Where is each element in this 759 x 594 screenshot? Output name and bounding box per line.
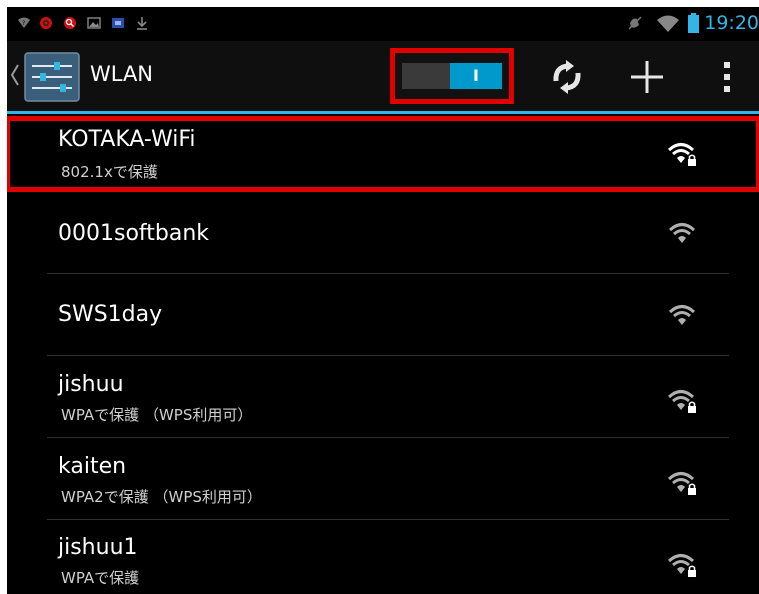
network-ssid: kaiten (58, 454, 127, 479)
scan-refresh-icon[interactable] (547, 57, 587, 97)
battery-icon (688, 13, 699, 33)
keyboard-icon (112, 18, 124, 28)
wifi-locked-icon (667, 143, 696, 166)
action-bar-divider (7, 111, 759, 114)
page-title: WLAN (90, 62, 154, 86)
clock: 19:20 (704, 12, 759, 34)
mute-icon (628, 16, 642, 30)
network-row-kotaka-wifi[interactable]: KOTAKA-WiFi 802.1xで保護 (7, 118, 759, 190)
network-ssid: jishuu (58, 372, 124, 397)
add-network-icon[interactable] (627, 57, 667, 97)
search-notification-icon (64, 17, 76, 29)
download-icon (137, 17, 147, 30)
svg-text:?: ? (22, 20, 25, 27)
network-summary: WPAで保護 (61, 569, 140, 587)
notification-red-icon (40, 17, 52, 29)
network-row-kaiten[interactable]: kaiten WPA2で保護 （WPS利用可） (7, 438, 759, 519)
network-ssid: KOTAKA-WiFi (58, 127, 196, 152)
wifi-locked-icon (667, 390, 696, 413)
status-bar: ? 19:20 (7, 7, 759, 41)
up-navigation-icon[interactable] (10, 63, 20, 87)
image-icon (87, 17, 101, 29)
wifi-locked-icon (667, 554, 696, 577)
android-screen: ? 19:20 WLAN I KOTAKA-WiFi 802.1xで保護 000… (7, 7, 759, 594)
network-summary: 802.1xで保護 (61, 163, 158, 181)
wifi-toggle-switch[interactable]: I (390, 48, 514, 104)
network-ssid: jishuu1 (58, 535, 138, 560)
wifi-question-icon: ? (18, 17, 30, 28)
network-ssid: 0001softbank (58, 221, 210, 246)
network-row-jishuu[interactable]: jishuu WPAで保護 （WPS利用可） (7, 356, 759, 437)
settings-app-icon[interactable] (24, 52, 80, 102)
wifi-signal-icon (657, 15, 679, 32)
network-row-sws1day[interactable]: SWS1day (7, 274, 759, 355)
network-ssid: SWS1day (58, 302, 163, 327)
overflow-menu-icon[interactable] (707, 57, 747, 97)
wifi-locked-icon (667, 472, 696, 495)
switch-thumb: I (450, 63, 502, 89)
network-summary: WPAで保護 （WPS利用可） (61, 406, 253, 424)
network-row-jishuu1[interactable]: jishuu1 WPAで保護 (7, 520, 759, 594)
network-row-0001softbank[interactable]: 0001softbank (7, 195, 759, 273)
network-summary: WPA2で保護 （WPS利用可） (61, 488, 262, 506)
wifi-signal-icon (668, 305, 696, 325)
wifi-signal-icon (668, 223, 696, 243)
